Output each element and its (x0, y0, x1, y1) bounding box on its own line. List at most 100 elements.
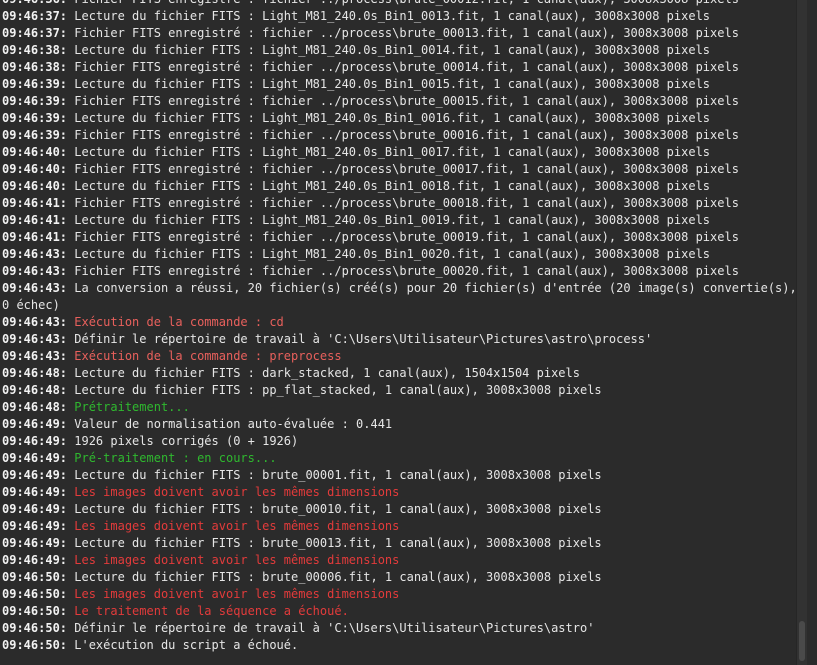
log-line: 09:46:49: Valeur de normalisation auto-é… (2, 416, 807, 433)
log-line: 09:46:43: Exécution de la commande : pre… (2, 348, 807, 365)
log-line: 09:46:43: La conversion a réussi, 20 fic… (2, 280, 807, 314)
log-message-normal: Lecture du fichier FITS : brute_00001.fi… (67, 468, 602, 482)
log-message-error: Les images doivent avoir les mêmes dimen… (67, 485, 400, 499)
log-line: 09:46:49: Les images doivent avoir les m… (2, 552, 807, 569)
log-timestamp: 09:46:36: (2, 0, 67, 6)
log-line: 09:46:48: Prétraitement... (2, 399, 807, 416)
log-message-error: Les images doivent avoir les mêmes dimen… (67, 553, 400, 567)
log-line: 09:46:43: Exécution de la commande : cd (2, 314, 807, 331)
log-timestamp: 09:46:37: (2, 9, 68, 23)
log-message-cmd: Exécution de la commande : preprocess (67, 349, 342, 363)
log-timestamp: 09:46:48: (2, 383, 68, 397)
log-message-normal: Lecture du fichier FITS : brute_00013.fi… (67, 536, 602, 550)
log-timestamp: 09:46:49: (2, 434, 68, 448)
console-log-panel[interactable]: 09:46:36: Fichier FITS enregistré : fich… (0, 0, 807, 665)
log-timestamp: 09:46:38: (2, 60, 68, 74)
log-message-normal: Lecture du fichier FITS : brute_00006.fi… (67, 570, 602, 584)
log-line: 09:46:41: Lecture du fichier FITS : Ligh… (2, 212, 807, 229)
log-line: 09:46:37: Fichier FITS enregistré : fich… (2, 25, 807, 42)
log-line: 09:46:43: Définir le répertoire de trava… (2, 331, 807, 348)
log-message-normal: L'exécution du script a échoué. (67, 638, 299, 652)
log-timestamp: 09:46:49: (2, 417, 68, 431)
log-message-normal: Fichier FITS enregistré : fichier ../pro… (67, 0, 739, 6)
log-timestamp: 09:46:38: (2, 43, 68, 57)
log-timestamp: 09:46:49: (2, 553, 68, 567)
log-timestamp: 09:46:43: (2, 247, 68, 261)
log-message-normal: Lecture du fichier FITS : Light_M81_240.… (67, 247, 711, 261)
log-message-normal: Lecture du fichier FITS : Light_M81_240.… (67, 213, 711, 227)
log-line: 09:46:49: Les images doivent avoir les m… (2, 484, 807, 501)
log-line: 09:46:50: Le traitement de la séquence a… (2, 603, 807, 620)
log-message-normal: Lecture du fichier FITS : Light_M81_240.… (67, 43, 711, 57)
log-line: 09:46:41: Fichier FITS enregistré : fich… (2, 229, 807, 246)
log-message-cmd: Exécution de la commande : cd (67, 315, 284, 329)
log-line: 09:46:48: Lecture du fichier FITS : dark… (2, 365, 807, 382)
log-line: 09:46:49: Lecture du fichier FITS : brut… (2, 467, 807, 484)
log-timestamp: 09:46:50: (2, 638, 68, 652)
log-message-normal: Fichier FITS enregistré : fichier ../pro… (67, 128, 739, 142)
log-line: 09:46:50: Les images doivent avoir les m… (2, 586, 807, 603)
log-message-normal: Définir le répertoire de travail à 'C:\U… (67, 621, 595, 635)
log-timestamp: 09:46:48: (2, 366, 68, 380)
log-timestamp: 09:46:50: (2, 621, 68, 635)
log-timestamp: 09:46:43: (2, 315, 68, 329)
log-line: 09:46:49: Pré-traitement : en cours... (2, 450, 807, 467)
log-message-normal: Lecture du fichier FITS : Light_M81_240.… (67, 9, 711, 23)
log-line: 09:46:49: Les images doivent avoir les m… (2, 518, 807, 535)
scrollbar-thumb[interactable] (799, 621, 805, 661)
log-message-normal: Lecture du fichier FITS : pp_flat_stacke… (67, 383, 602, 397)
log-line: 09:46:49: 1926 pixels corrigés (0 + 1926… (2, 433, 807, 450)
log-message-normal: Lecture du fichier FITS : Light_M81_240.… (67, 179, 711, 193)
log-timestamp: 09:46:49: (2, 536, 68, 550)
log-timestamp: 09:46:39: (2, 111, 68, 125)
log-line: 09:46:36: Fichier FITS enregistré : fich… (2, 0, 807, 8)
log-timestamp: 09:46:50: (2, 587, 68, 601)
log-line: 09:46:40: Lecture du fichier FITS : Ligh… (2, 144, 807, 161)
log-message-error: Les images doivent avoir les mêmes dimen… (67, 519, 400, 533)
log-timestamp: 09:46:49: (2, 519, 68, 533)
log-timestamp: 09:46:48: (2, 400, 68, 414)
log-line: 09:46:50: Définir le répertoire de trava… (2, 620, 807, 637)
log-timestamp: 09:46:49: (2, 502, 68, 516)
log-line: 09:46:43: Fichier FITS enregistré : fich… (2, 263, 807, 280)
log-line: 09:46:38: Lecture du fichier FITS : Ligh… (2, 42, 807, 59)
log-message-normal: Fichier FITS enregistré : fichier ../pro… (67, 162, 739, 176)
log-message-normal: Fichier FITS enregistré : fichier ../pro… (67, 264, 739, 278)
log-message-error: Les images doivent avoir les mêmes dimen… (67, 587, 400, 601)
log-timestamp: 09:46:43: (2, 281, 68, 295)
log-timestamp: 09:46:41: (2, 196, 68, 210)
log-timestamp: 09:46:43: (2, 264, 68, 278)
log-message-normal: 1926 pixels corrigés (0 + 1926) (67, 434, 299, 448)
log-message-normal: Fichier FITS enregistré : fichier ../pro… (67, 230, 739, 244)
log-message-info: Pré-traitement : en cours... (67, 451, 277, 465)
log-line: 09:46:50: Lecture du fichier FITS : brut… (2, 569, 807, 586)
log-message-normal: Définir le répertoire de travail à 'C:\U… (67, 332, 653, 346)
log-line: 09:46:49: Lecture du fichier FITS : brut… (2, 535, 807, 552)
log-message-info: Prétraitement... (67, 400, 190, 414)
log-timestamp: 09:46:49: (2, 451, 68, 465)
log-timestamp: 09:46:40: (2, 179, 68, 193)
log-timestamp: 09:46:41: (2, 230, 68, 244)
log-timestamp: 09:46:49: (2, 468, 68, 482)
log-timestamp: 09:46:43: (2, 332, 68, 346)
log-timestamp: 09:46:39: (2, 128, 68, 142)
log-line: 09:46:48: Lecture du fichier FITS : pp_f… (2, 382, 807, 399)
log-timestamp: 09:46:39: (2, 77, 68, 91)
log-message-normal: Lecture du fichier FITS : Light_M81_240.… (67, 145, 711, 159)
log-timestamp: 09:46:37: (2, 26, 68, 40)
log-timestamp: 09:46:41: (2, 213, 68, 227)
log-line: 09:46:40: Fichier FITS enregistré : fich… (2, 161, 807, 178)
log-timestamp: 09:46:40: (2, 162, 68, 176)
log-message-normal: Lecture du fichier FITS : brute_00010.fi… (67, 502, 602, 516)
log-message-error: Le traitement de la séquence a échoué. (67, 604, 349, 618)
log-line: 09:46:49: Lecture du fichier FITS : brut… (2, 501, 807, 518)
log-message-normal: Fichier FITS enregistré : fichier ../pro… (67, 26, 739, 40)
log-line: 09:46:50: L'exécution du script a échoué… (2, 637, 807, 654)
log-timestamp: 09:46:39: (2, 94, 68, 108)
log-timestamp: 09:46:49: (2, 485, 68, 499)
log-message-normal: Lecture du fichier FITS : dark_stacked, … (67, 366, 580, 380)
log-line: 09:46:39: Lecture du fichier FITS : Ligh… (2, 110, 807, 127)
log-message-normal: Lecture du fichier FITS : Light_M81_240.… (67, 111, 711, 125)
vertical-scrollbar[interactable] (796, 0, 807, 665)
log-message-normal: Lecture du fichier FITS : Light_M81_240.… (67, 77, 711, 91)
